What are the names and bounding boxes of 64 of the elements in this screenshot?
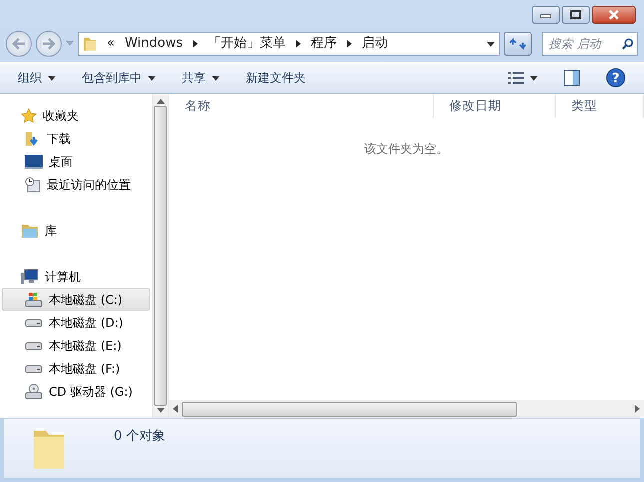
preview-pane-icon	[564, 70, 580, 86]
overflow-chevron[interactable]: «	[107, 34, 115, 54]
column-header[interactable]: 类型	[556, 94, 644, 118]
nav-item[interactable]: 收藏夹	[2, 104, 150, 127]
toolbar-button[interactable]: 新建文件夹	[238, 66, 314, 90]
help-button[interactable]: ?	[598, 65, 634, 91]
help-icon: ?	[606, 68, 626, 88]
breadcrumb-item[interactable]: Windows	[124, 34, 183, 54]
star-icon	[21, 108, 37, 124]
system-drive-icon	[25, 292, 43, 308]
dropdown-caret-icon	[487, 42, 495, 46]
nav-item[interactable]: 最近访问的位置	[2, 173, 150, 196]
list-view-icon	[508, 72, 524, 84]
drive-icon	[25, 340, 43, 350]
nav-item[interactable]: 库	[2, 219, 150, 242]
scroll-up-icon[interactable]	[156, 99, 164, 104]
nav-item[interactable]: 本地磁盘 (F:)	[2, 357, 150, 380]
recent-places-icon	[25, 176, 41, 192]
breadcrumb-item[interactable]: 「开始」菜单	[208, 34, 286, 54]
nav-item[interactable]: 本地磁盘 (C:)	[2, 288, 150, 311]
nav-item[interactable]: 本地磁盘 (E:)	[2, 334, 150, 357]
column-header[interactable]: 名称	[169, 94, 434, 118]
forward-arrow-icon	[42, 38, 56, 50]
toolbar-button[interactable]: 包含到库中	[74, 66, 164, 90]
nav-item[interactable]: 本地磁盘 (D:)	[2, 311, 150, 334]
back-arrow-icon	[12, 38, 26, 50]
nav-item[interactable]: CD 驱动器 (G:)	[2, 380, 150, 403]
nav-item[interactable]: 下载	[2, 127, 150, 150]
scroll-left-icon[interactable]	[173, 405, 178, 413]
refresh-button[interactable]	[504, 32, 532, 56]
toolbar-button[interactable]: 组织	[10, 66, 64, 90]
caret-icon	[530, 76, 538, 80]
close-button[interactable]	[592, 6, 636, 24]
library-folder-icon	[21, 222, 39, 238]
empty-folder-message: 该文件夹为空。	[364, 142, 448, 156]
separator-arrow-icon[interactable]	[347, 40, 352, 48]
cd-drive-icon	[25, 384, 43, 400]
scroll-down-icon[interactable]	[156, 408, 164, 413]
breadcrumb-item[interactable]: 程序	[311, 34, 337, 54]
folder-icon	[83, 36, 97, 52]
computer-icon	[21, 268, 39, 284]
close-icon	[608, 10, 620, 20]
separator-arrow-icon[interactable]	[296, 40, 301, 48]
scrollbar-thumb[interactable]	[182, 402, 517, 416]
search-icon	[622, 38, 634, 50]
drive-icon	[25, 364, 43, 374]
desktop-icon	[25, 154, 43, 168]
maximize-button[interactable]	[562, 6, 590, 24]
minimize-button[interactable]	[532, 6, 560, 24]
separator-arrow-icon[interactable]	[193, 40, 198, 48]
scroll-right-icon[interactable]	[635, 405, 640, 413]
column-header[interactable]: 修改日期	[434, 94, 556, 118]
drive-icon	[25, 318, 43, 328]
item-count: 0 个对象	[114, 428, 166, 446]
refresh-arrows-icon	[510, 37, 526, 51]
scrollbar-thumb[interactable]	[154, 106, 167, 406]
breadcrumb-item[interactable]: 启动	[362, 34, 388, 54]
address-bar[interactable]: « Windows 「开始」菜单 程序 启动	[78, 32, 500, 56]
nav-item[interactable]: 计算机	[2, 265, 150, 288]
toolbar-button[interactable]: 共享	[174, 66, 228, 90]
maximize-icon	[570, 10, 582, 20]
search-field[interactable]: 搜索 启动	[542, 32, 638, 56]
download-folder-icon	[25, 130, 41, 146]
nav-item[interactable]: 桌面	[2, 150, 150, 173]
